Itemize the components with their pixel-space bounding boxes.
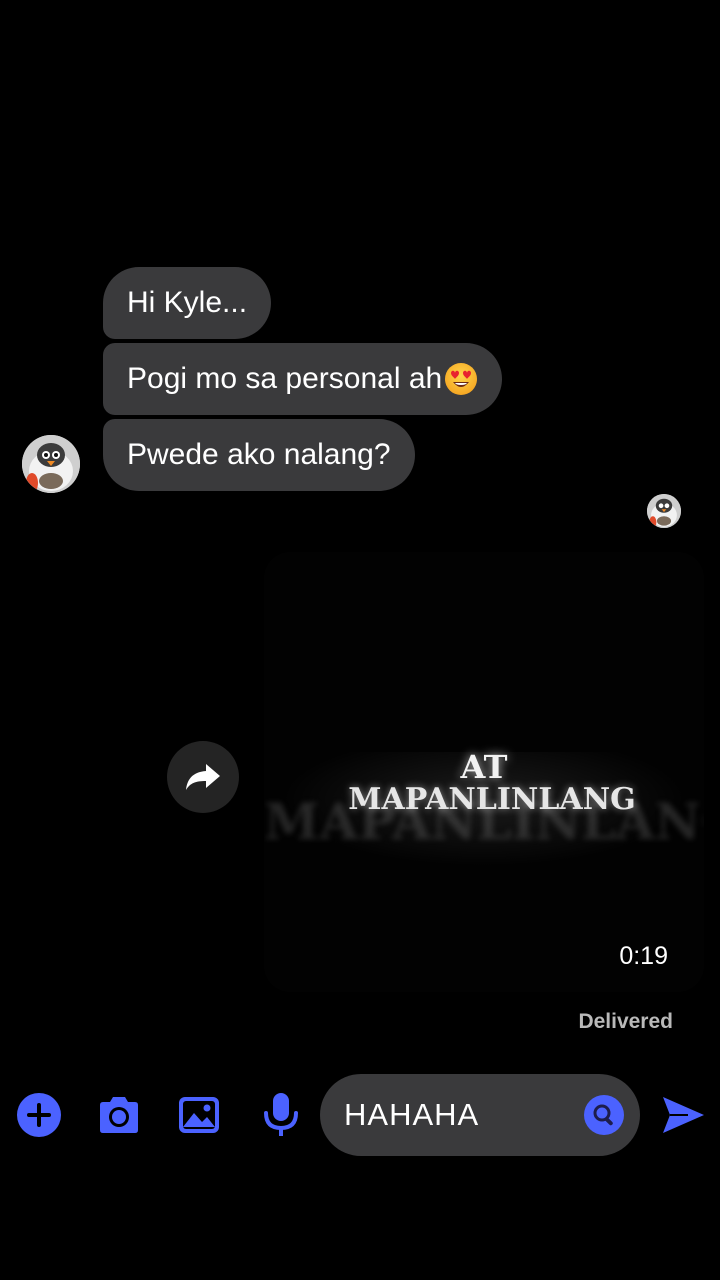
video-caption-line2: MAPANLINLANG: [348, 782, 636, 817]
video-caption-line1: AT: [460, 748, 508, 786]
share-arrow-icon: [186, 764, 220, 790]
send-icon: [663, 1097, 704, 1133]
camera-button[interactable]: [96, 1092, 142, 1138]
video-duration: 0:19: [619, 942, 668, 970]
plus-button[interactable]: [16, 1092, 62, 1138]
heart-eyes-emoji-icon: [445, 363, 478, 395]
message-input[interactable]: HAHAHA: [320, 1074, 640, 1156]
avatar-image: [647, 494, 681, 528]
sender-avatar[interactable]: [22, 435, 80, 493]
avatar-image: [22, 435, 80, 493]
read-receipt-avatar: [647, 494, 681, 528]
gallery-icon: [179, 1097, 219, 1133]
message-text: Pwede ako nalang?: [127, 438, 391, 471]
emoji-button[interactable]: [584, 1095, 624, 1135]
message-bubble[interactable]: Pogi mo sa personal ah: [103, 343, 503, 415]
gallery-button[interactable]: [176, 1092, 222, 1138]
message-text: Hi Kyle...: [127, 286, 248, 319]
camera-icon: [100, 1097, 138, 1133]
chat-screen: Hi Kyle... Pogi mo sa personal ah Pwede …: [0, 0, 720, 1280]
delivery-status: Delivered: [578, 1010, 673, 1033]
video-message[interactable]: MAPANLINLANG AT MAPANLINLANG 0:19: [264, 552, 704, 992]
forward-button[interactable]: [167, 741, 239, 813]
microphone-icon: [264, 1093, 298, 1136]
message-bubble[interactable]: Hi Kyle...: [103, 267, 272, 339]
microphone-button[interactable]: [258, 1092, 304, 1138]
plus-icon: [17, 1093, 61, 1137]
message-input-text[interactable]: HAHAHA: [344, 1074, 479, 1156]
message-bubble[interactable]: Pwede ako nalang?: [103, 419, 415, 491]
send-button[interactable]: [658, 1092, 708, 1138]
search-icon: [593, 1104, 613, 1126]
message-text: Pogi mo sa personal ah: [127, 362, 443, 395]
